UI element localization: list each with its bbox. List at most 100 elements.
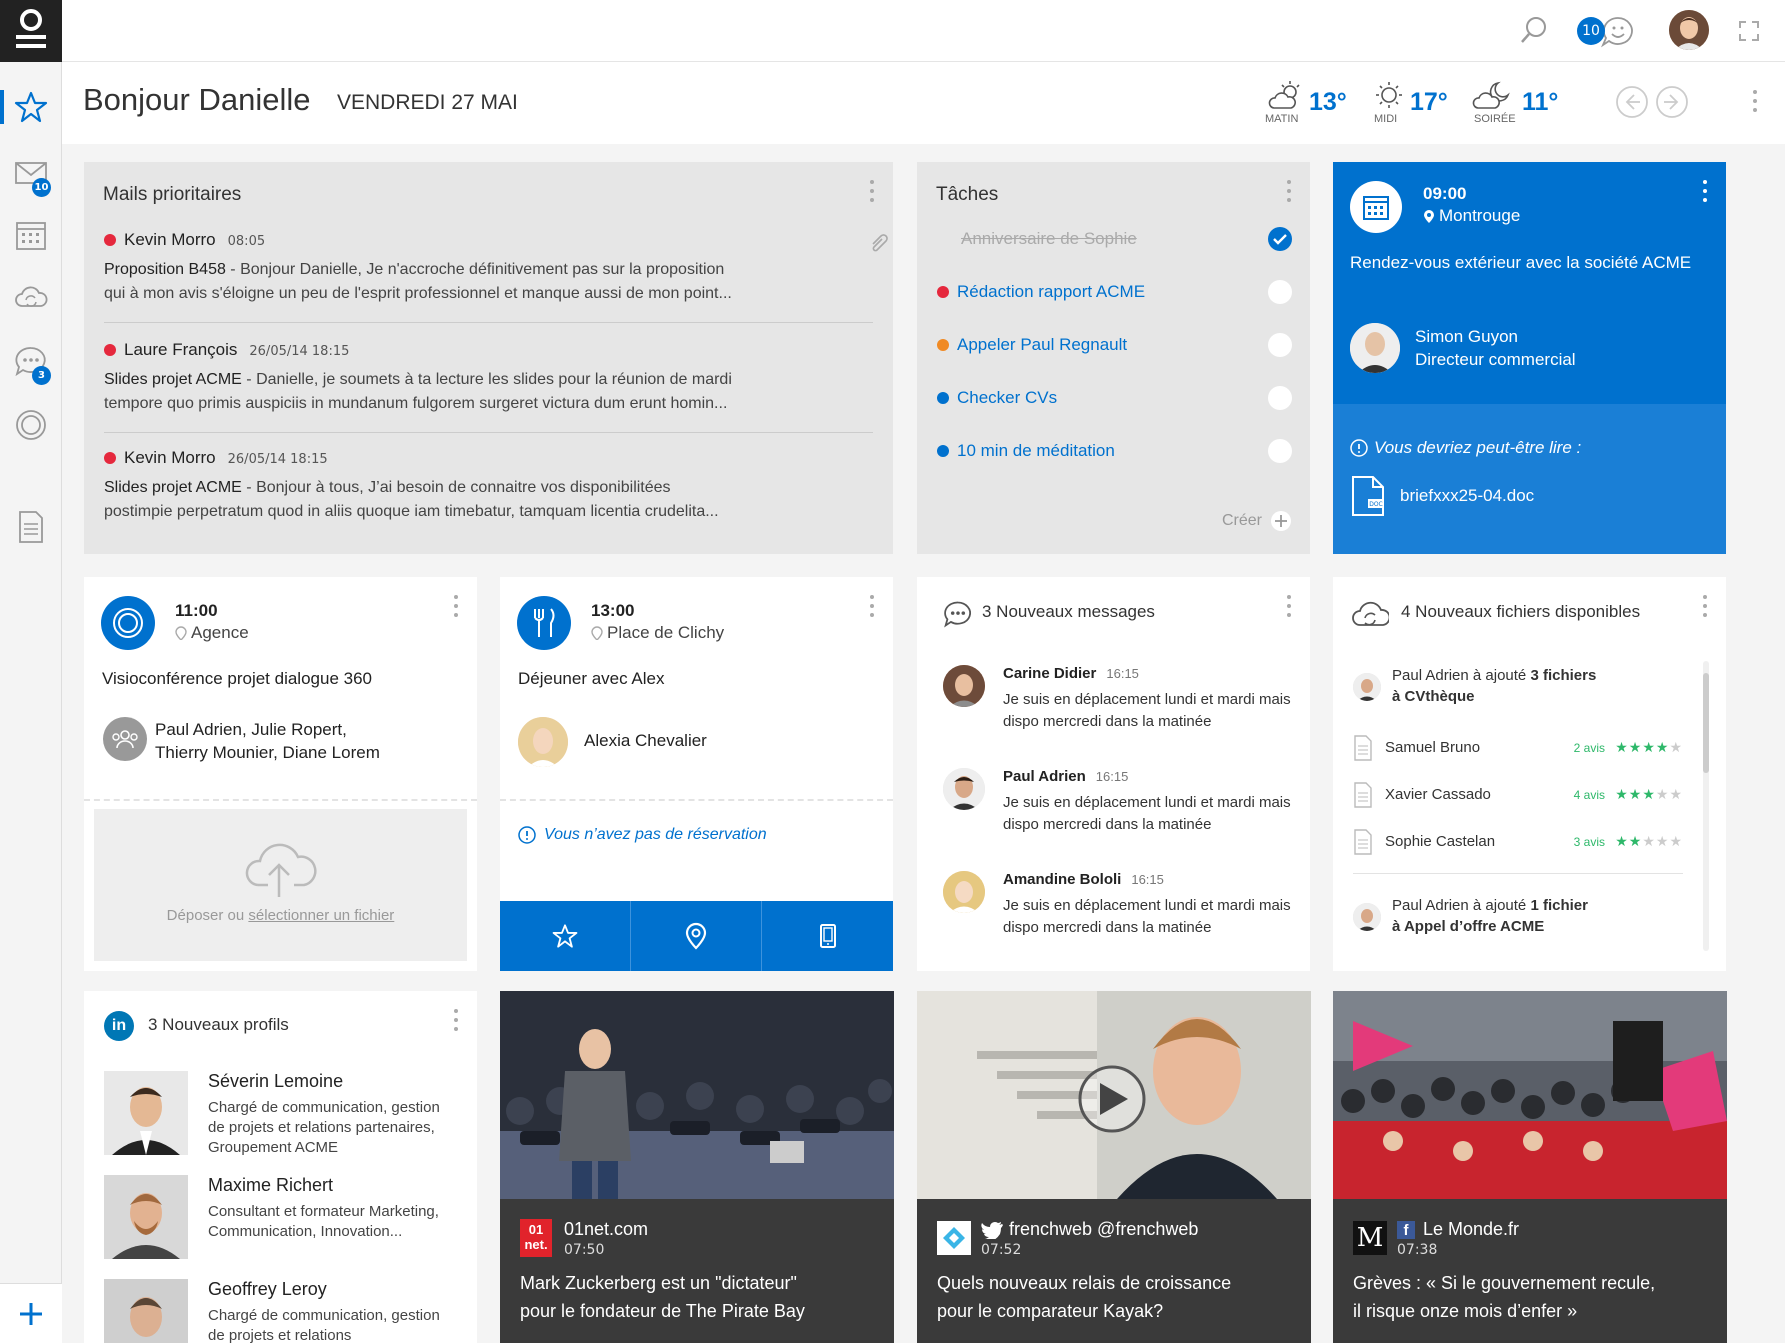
sender-avatar bbox=[943, 871, 985, 913]
weather-noon: 17° MIDI bbox=[1370, 80, 1452, 130]
task-checkbox[interactable] bbox=[1268, 333, 1292, 357]
fullscreen-icon[interactable] bbox=[1738, 20, 1760, 42]
reservation-hint: Vous n’avez pas de réservation bbox=[518, 826, 767, 844]
messages-menu-button[interactable] bbox=[1286, 595, 1292, 617]
sidebar-item-visio[interactable] bbox=[0, 400, 62, 450]
sidebar-item-documents[interactable] bbox=[0, 502, 62, 552]
news-time: 07:38 bbox=[1397, 1242, 1438, 1258]
weather-morning: 13° MATIN bbox=[1265, 80, 1347, 130]
uploader-avatar bbox=[1353, 903, 1381, 931]
profile-item[interactable]: Geoffrey Leroy Chargé de communication, … bbox=[104, 1279, 464, 1343]
task-item[interactable]: Checker CVs bbox=[937, 383, 1292, 413]
sidebar-item-mail[interactable]: 10 bbox=[0, 148, 62, 198]
weather-morning-temp: 13° bbox=[1309, 88, 1347, 116]
star-filled-icon: ★ bbox=[1615, 833, 1629, 849]
profile-photo bbox=[104, 1279, 188, 1343]
scrollbar-track[interactable] bbox=[1703, 661, 1709, 951]
message-item[interactable]: Amandine Bololi 16:15 Je suis en déplacem… bbox=[943, 871, 1298, 951]
add-button[interactable] bbox=[0, 1283, 62, 1343]
moon-cloud-icon bbox=[1472, 81, 1510, 109]
visio-time: 11:00 bbox=[175, 601, 218, 620]
profiles-menu-button[interactable] bbox=[453, 1009, 459, 1031]
news-photo-image bbox=[500, 991, 894, 1199]
user-avatar[interactable] bbox=[1669, 10, 1709, 50]
task-checkbox[interactable] bbox=[1268, 280, 1292, 304]
mail-item[interactable]: Laure François 26/05/14 18:15 Slides proj… bbox=[104, 340, 872, 416]
mails-menu-button[interactable] bbox=[869, 180, 875, 202]
profile-item[interactable]: Séverin Lemoine Chargé de communication,… bbox=[104, 1071, 464, 1161]
file-name: Xavier Cassado bbox=[1385, 786, 1491, 803]
call-button[interactable] bbox=[762, 901, 893, 971]
task-item[interactable]: Rédaction rapport ACME bbox=[937, 277, 1292, 307]
favorite-button[interactable] bbox=[500, 901, 631, 971]
file-row[interactable]: Samuel Bruno 2 avis ★★★★★ bbox=[1353, 735, 1683, 763]
tasks-card: Tâches Anniversaire de Sophie Rédaction … bbox=[917, 162, 1310, 554]
task-item[interactable]: 10 min de méditation bbox=[937, 436, 1292, 466]
task-item[interactable]: Appeler Paul Regnault bbox=[937, 330, 1292, 360]
upload-notice-1[interactable]: Paul Adrien à ajouté 3 fichiers à CVthèqu… bbox=[1392, 665, 1596, 707]
attachment-icon bbox=[872, 234, 888, 252]
task-checkbox[interactable] bbox=[1268, 439, 1292, 463]
tasks-menu-button[interactable] bbox=[1286, 180, 1292, 202]
task-checkbox[interactable] bbox=[1268, 386, 1292, 410]
mail-item[interactable]: Kevin Morro 08:05 Proposition B458 - Bonj… bbox=[104, 230, 888, 306]
next-arrow-icon[interactable] bbox=[1655, 85, 1689, 119]
mail-item[interactable]: Kevin Morro 26/05/14 18:15 Slides projet … bbox=[104, 448, 872, 524]
select-file-link[interactable]: sélectionner un fichier bbox=[248, 907, 394, 924]
profile-item[interactable]: Maxime Richert Consultant et formateur M… bbox=[104, 1175, 464, 1265]
play-video-button[interactable] bbox=[1080, 1067, 1144, 1131]
meeting-card[interactable]: 09:00 Montrouge Rendez-vous extérieur av… bbox=[1333, 162, 1726, 554]
task-item[interactable]: Anniversaire de Sophie bbox=[937, 224, 1292, 254]
mail-subject: Slides projet ACME bbox=[104, 371, 242, 388]
file-icon bbox=[1354, 829, 1372, 855]
message-item[interactable]: Carine Didier 16:15 Je suis en déplacemen… bbox=[943, 665, 1298, 745]
news-card[interactable]: 01 net. 01net.com 07:50 Mark Zuckerberg … bbox=[500, 991, 894, 1343]
file-drop-zone[interactable]: Déposer ou sélectionner un fichier bbox=[94, 809, 467, 961]
header-menu-button[interactable] bbox=[1752, 90, 1758, 112]
map-button[interactable] bbox=[631, 901, 762, 971]
file-row[interactable]: Xavier Cassado 4 avis ★★★★★ bbox=[1353, 782, 1683, 810]
sidebar-item-favorites[interactable] bbox=[0, 82, 62, 132]
app-logo[interactable] bbox=[0, 0, 62, 62]
suggested-file-link[interactable]: DOC briefxxx25-04.doc bbox=[1350, 475, 1534, 517]
mail-preview-line1: - Bonjour à tous, J’ai besoin de connait… bbox=[241, 479, 671, 496]
previous-arrow-icon[interactable] bbox=[1615, 85, 1649, 119]
sender-avatar bbox=[943, 665, 985, 707]
notifications-button[interactable]: 10 bbox=[1577, 13, 1639, 49]
news-title-line2: pour le fondateur de The Pirate Bay bbox=[520, 1301, 805, 1321]
priority-mails-title: Mails prioritaires bbox=[103, 184, 242, 205]
news-card[interactable]: frenchweb @frenchweb 07:52 Quels nouveau… bbox=[917, 991, 1311, 1343]
priority-mails-card: Mails prioritaires Kevin Morro 08:05 Prop… bbox=[84, 162, 893, 554]
meeting-menu-button[interactable] bbox=[1702, 180, 1708, 202]
sidebar-item-chat[interactable]: 3 bbox=[0, 336, 62, 386]
meeting-time: 09:00 bbox=[1423, 184, 1467, 203]
doc-file-icon: DOC bbox=[1352, 476, 1384, 516]
upload-notice-1-target: à CVthèque bbox=[1392, 688, 1475, 705]
logo-icon bbox=[16, 9, 46, 48]
scrollbar-thumb[interactable] bbox=[1703, 673, 1709, 773]
files-menu-button[interactable] bbox=[1702, 595, 1708, 617]
visio-menu-button[interactable] bbox=[453, 595, 459, 617]
task-label: Checker CVs bbox=[957, 388, 1058, 407]
create-task-button[interactable]: Créer bbox=[1222, 510, 1292, 532]
plus-circle-icon bbox=[1271, 511, 1291, 531]
profile-name: Maxime Richert bbox=[208, 1175, 334, 1195]
search-icon[interactable] bbox=[1519, 15, 1549, 45]
task-checkbox-checked[interactable] bbox=[1268, 227, 1292, 251]
star-empty-icon: ★ bbox=[1655, 833, 1670, 849]
mail-sender: Laure François bbox=[124, 340, 238, 359]
upload-notice-2-count: 1 fichier bbox=[1530, 897, 1588, 914]
news-card[interactable]: M f Le Monde.fr 07:38 Grèves : « Si le g… bbox=[1333, 991, 1727, 1343]
sidebar-item-calendar[interactable] bbox=[0, 210, 62, 260]
upload-notice-2[interactable]: Paul Adrien à ajouté 1 fichier à Appel d’… bbox=[1392, 895, 1588, 937]
sun-icon bbox=[1376, 82, 1402, 108]
sender-avatar-image bbox=[943, 665, 985, 707]
news-title-line2: pour le comparateur Kayak? bbox=[937, 1301, 1164, 1321]
sidebar-item-cloud[interactable] bbox=[0, 272, 62, 322]
file-row[interactable]: Sophie Castelan 3 avis ★★★★★ bbox=[1353, 829, 1683, 857]
new-files-title: 4 Nouveaux fichiers disponibles bbox=[1401, 602, 1641, 621]
message-item[interactable]: Paul Adrien 16:15 Je suis en déplacement … bbox=[943, 768, 1298, 848]
news-title-line1: Quels nouveaux relais de croissance bbox=[937, 1273, 1232, 1293]
lunch-menu-button[interactable] bbox=[869, 595, 875, 617]
drop-zone-prefix: Déposer ou bbox=[166, 907, 249, 924]
